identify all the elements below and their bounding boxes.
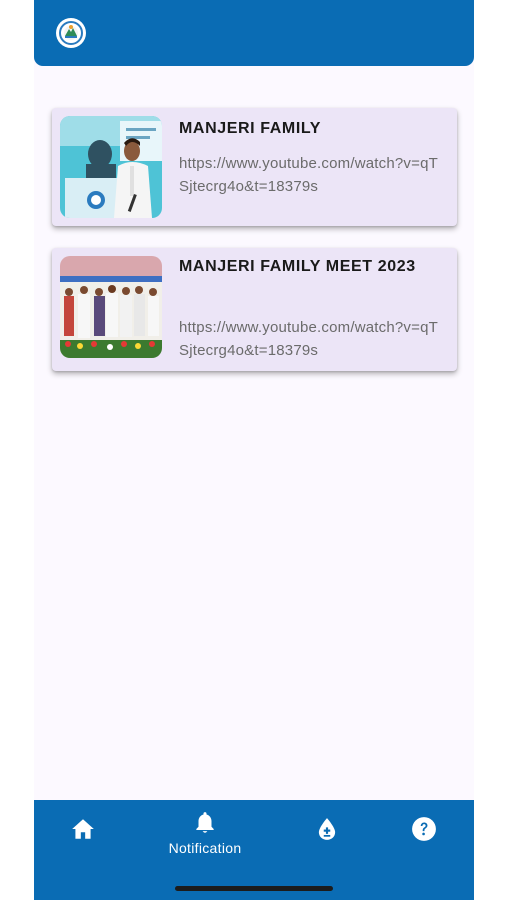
speaker-at-podium-thumbnail — [60, 116, 162, 218]
nav-item-help[interactable] — [379, 800, 469, 870]
bottom-navigation: Notification — [34, 800, 474, 900]
nav-item-blood[interactable] — [282, 800, 372, 870]
home-icon — [72, 819, 94, 839]
video-card[interactable]: MANJERI FAMILY https://www.youtube.com/w… — [52, 108, 457, 226]
video-link[interactable]: https://www.youtube.com/watch?v=qTSjtecr… — [179, 152, 447, 198]
app-bar — [34, 0, 474, 66]
help-icon — [412, 817, 436, 841]
video-card[interactable]: MANJERI FAMILY MEET 2023 https://www.you… — [52, 248, 457, 371]
organization-logo[interactable] — [56, 18, 86, 48]
nav-label-notification: Notification — [168, 840, 242, 856]
video-title: MANJERI FAMILY — [179, 120, 322, 137]
group-on-stage-thumbnail — [60, 256, 162, 358]
nav-item-home[interactable] — [38, 800, 128, 870]
video-title: MANJERI FAMILY MEET 2023 — [179, 258, 416, 275]
bell-icon — [196, 812, 214, 833]
home-indicator — [175, 886, 333, 891]
video-link[interactable]: https://www.youtube.com/watch?v=qTSjtecr… — [179, 316, 447, 362]
blood-drop-icon — [318, 818, 336, 840]
nav-item-notification[interactable]: Notification — [160, 800, 250, 870]
